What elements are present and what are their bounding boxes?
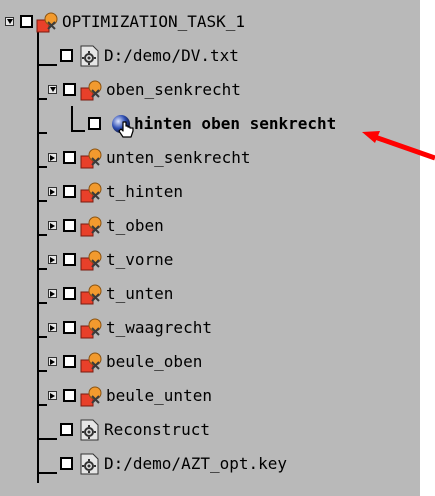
task-icon bbox=[80, 182, 102, 203]
tree-item-t-unten[interactable]: t_unten bbox=[0, 278, 420, 312]
tree-item-label: t_unten bbox=[106, 284, 174, 303]
item-checkbox[interactable] bbox=[88, 117, 101, 130]
hand-cursor-icon bbox=[118, 121, 134, 138]
expand-toggle[interactable] bbox=[48, 391, 57, 400]
gear-file-icon bbox=[80, 45, 99, 67]
tree-item-hinten-oben-senkrecht[interactable]: hinten oben senkrecht bbox=[0, 108, 420, 142]
item-checkbox[interactable] bbox=[63, 253, 76, 266]
gear-file-icon bbox=[80, 419, 99, 441]
item-checkbox[interactable] bbox=[20, 15, 33, 28]
expand-toggle[interactable] bbox=[48, 153, 57, 162]
tree-item-unten-senkrecht[interactable]: unten_senkrecht bbox=[0, 142, 420, 176]
tree-item-optimization-task[interactable]: OPTIMIZATION_TASK_1 bbox=[0, 6, 420, 40]
task-icon bbox=[80, 80, 102, 101]
item-checkbox[interactable] bbox=[63, 83, 76, 96]
task-icon bbox=[36, 12, 58, 33]
tree-item-t-hinten[interactable]: t_hinten bbox=[0, 176, 420, 210]
item-checkbox[interactable] bbox=[60, 457, 73, 470]
task-icon bbox=[80, 386, 102, 407]
item-checkbox[interactable] bbox=[63, 287, 76, 300]
task-icon bbox=[80, 148, 102, 169]
tree-item-label: t_oben bbox=[106, 216, 164, 235]
tree-item-label: unten_senkrecht bbox=[106, 148, 251, 167]
task-icon bbox=[80, 250, 102, 271]
expand-toggle[interactable] bbox=[48, 357, 57, 366]
task-icon bbox=[80, 284, 102, 305]
expand-toggle[interactable] bbox=[48, 323, 57, 332]
item-checkbox[interactable] bbox=[63, 219, 76, 232]
tree-item-label: t_waagrecht bbox=[106, 318, 212, 337]
expand-toggle[interactable] bbox=[48, 255, 57, 264]
task-icon bbox=[80, 318, 102, 339]
item-checkbox[interactable] bbox=[63, 389, 76, 402]
item-checkbox[interactable] bbox=[63, 185, 76, 198]
tree-item-azt-opt-key[interactable]: D:/demo/AZT_opt.key bbox=[0, 448, 420, 482]
tree-item-oben-senkrecht[interactable]: oben_senkrecht bbox=[0, 74, 420, 108]
task-icon bbox=[80, 352, 102, 373]
tree-item-label: D:/demo/AZT_opt.key bbox=[104, 454, 288, 473]
tree-item-reconstruct[interactable]: Reconstruct bbox=[0, 414, 420, 448]
tree-item-label: OPTIMIZATION_TASK_1 bbox=[62, 12, 246, 31]
tree-item-t-waagrecht[interactable]: t_waagrecht bbox=[0, 312, 420, 346]
collapse-toggle[interactable] bbox=[5, 17, 14, 26]
expand-toggle[interactable] bbox=[48, 221, 57, 230]
tree-item-t-vorne[interactable]: t_vorne bbox=[0, 244, 420, 278]
expand-toggle[interactable] bbox=[48, 187, 57, 196]
task-icon bbox=[80, 216, 102, 237]
tree-item-label: t_vorne bbox=[106, 250, 174, 269]
tree-item-label: beule_oben bbox=[106, 352, 203, 371]
tree-item-beule-unten[interactable]: beule_unten bbox=[0, 380, 420, 414]
item-checkbox[interactable] bbox=[63, 321, 76, 334]
item-checkbox[interactable] bbox=[60, 423, 73, 436]
gear-file-icon bbox=[80, 453, 99, 475]
item-checkbox[interactable] bbox=[63, 151, 76, 164]
tree-item-beule-oben[interactable]: beule_oben bbox=[0, 346, 420, 380]
tree-item-t-oben[interactable]: t_oben bbox=[0, 210, 420, 244]
tree-item-label: D:/demo/DV.txt bbox=[104, 46, 239, 65]
collapse-toggle[interactable] bbox=[48, 85, 57, 94]
project-tree: OPTIMIZATION_TASK_1 D:/demo/DV.txt oben_… bbox=[0, 0, 420, 496]
red-arrow-icon bbox=[362, 131, 435, 161]
tree-item-label: Reconstruct bbox=[104, 420, 210, 439]
expand-toggle[interactable] bbox=[48, 289, 57, 298]
item-checkbox[interactable] bbox=[60, 49, 73, 62]
tree-item-label: oben_senkrecht bbox=[106, 80, 241, 99]
item-checkbox[interactable] bbox=[63, 355, 76, 368]
tree-item-label: beule_unten bbox=[106, 386, 212, 405]
tree-item-label: t_hinten bbox=[106, 182, 184, 201]
tree-item-dv-file[interactable]: D:/demo/DV.txt bbox=[0, 40, 420, 74]
